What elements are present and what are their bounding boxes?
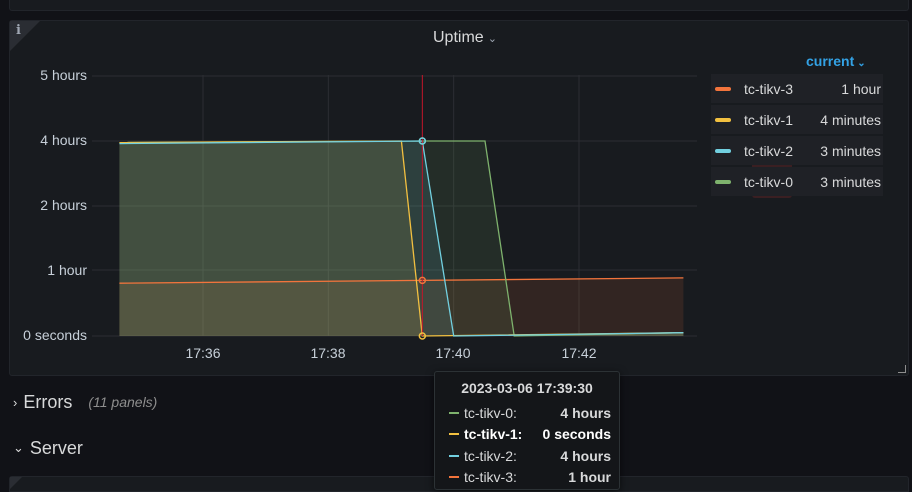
tooltip-item: tc-tikv-2: 4 hours	[449, 446, 611, 466]
chevron-down-icon: ⌄	[857, 58, 866, 69]
legend-item-name: tc-tikv-2	[744, 142, 793, 159]
tooltip-item-value: 4 hours	[560, 405, 611, 421]
legend-swatch	[715, 179, 731, 184]
legend-item-name: tc-tikv-3	[744, 80, 793, 97]
legend-sort-current[interactable]: current ⌄	[806, 53, 866, 69]
row-panel-count: (11 panels)	[88, 394, 158, 410]
chart-legend: tc-tikv-3 1 hour tc-tikv-1 4 minutes tc-…	[711, 74, 883, 198]
legend-item-value: 1 hour	[841, 80, 881, 97]
legend-swatch	[715, 117, 731, 122]
tooltip-item-name: tc-tikv-3:	[464, 469, 517, 485]
legend-item-tc-tikv-2[interactable]: tc-tikv-2 3 minutes	[711, 136, 883, 165]
tooltip-item: tc-tikv-3: 1 hour	[449, 467, 611, 487]
x-tick-label: 17:40	[435, 345, 470, 361]
legend-item-tc-tikv-3[interactable]: tc-tikv-3 1 hour	[711, 74, 883, 103]
tooltip-item-name: tc-tikv-0:	[464, 405, 517, 421]
y-tick-label: 1 hour	[47, 262, 87, 278]
chevron-right-icon: ›	[13, 394, 18, 410]
tooltip-swatch	[449, 412, 459, 414]
x-tick-label: 17:42	[561, 345, 596, 361]
tooltip-item: tc-tikv-0: 4 hours	[449, 403, 611, 423]
tooltip-item-active: tc-tikv-1: 0 seconds	[449, 424, 611, 444]
y-tick-label: 2 hours	[40, 197, 87, 213]
tooltip-swatch	[449, 433, 459, 435]
legend-item-tc-tikv-0[interactable]: tc-tikv-0 3 minutes	[711, 167, 883, 196]
row-title: Server	[29, 437, 83, 458]
tooltip-swatch	[449, 476, 459, 478]
tooltip-time: 2023-03-06 17:39:30	[461, 380, 593, 396]
x-tick-label: 17:36	[185, 345, 220, 361]
legend-item-name: tc-tikv-0	[744, 173, 793, 190]
panel-info-corner	[10, 477, 22, 489]
legend-item-value: 4 minutes	[820, 111, 881, 128]
y-tick-label: 4 hours	[40, 132, 87, 148]
legend-item-name: tc-tikv-1	[744, 111, 793, 128]
legend-item-value: 3 minutes	[820, 173, 881, 190]
tooltip-item-name: tc-tikv-2:	[464, 448, 517, 464]
row-title: Errors	[23, 391, 73, 412]
tooltip-item-name: tc-tikv-1:	[464, 426, 523, 442]
chevron-down-icon: ⌄	[13, 440, 24, 455]
x-tick-label: 17:38	[310, 345, 345, 361]
y-tick-label: 0 seconds	[23, 327, 87, 343]
legend-item-tc-tikv-1[interactable]: tc-tikv-1 4 minutes	[711, 105, 883, 134]
tooltip-swatch	[449, 455, 459, 457]
y-tick-label: 5 hours	[40, 67, 87, 83]
chart-series-areas	[119, 141, 684, 336]
tooltip-item-value: 0 seconds	[542, 426, 611, 442]
legend-swatch	[715, 148, 731, 153]
tooltip-item-value: 4 hours	[560, 448, 611, 464]
legend-item-value: 3 minutes	[820, 142, 881, 159]
legend-swatch	[715, 86, 731, 91]
legend-header-label: current	[806, 53, 855, 69]
chart-tooltip: 2023-03-06 17:39:30 tc-tikv-0: 4 hours t…	[434, 371, 620, 490]
tooltip-item-value: 1 hour	[568, 469, 611, 485]
